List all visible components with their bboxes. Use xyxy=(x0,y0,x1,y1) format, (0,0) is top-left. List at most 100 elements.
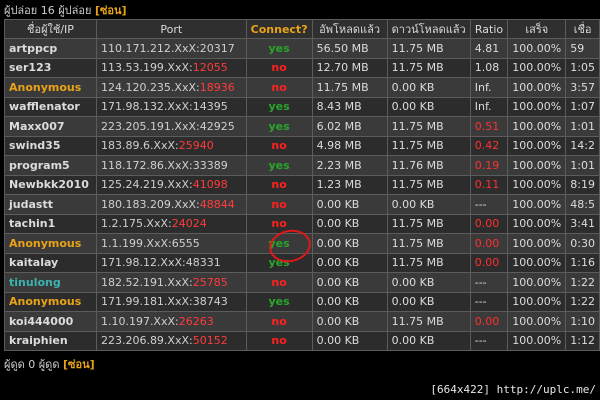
completion-percent: 100.00% xyxy=(507,135,567,156)
peer-ip: 223.206.89.XxX xyxy=(100,334,190,348)
peer-username-link[interactable]: kaitalay xyxy=(4,252,97,273)
peer-ip: 124.120.235.XxX xyxy=(100,80,197,94)
peer-port: 38743 xyxy=(192,295,228,309)
column-header-port[interactable]: Port xyxy=(95,19,247,39)
peer-ip: 113.53.199.XxX xyxy=(100,61,190,75)
share-ratio: 4.81 xyxy=(469,38,509,59)
peer-ip-port: 182.52.191.XxX:25785 xyxy=(95,272,247,293)
peer-port: 25785 xyxy=(192,275,228,289)
peer-port: 14395 xyxy=(192,100,228,114)
share-ratio: --- xyxy=(469,291,509,312)
leechers-section-title: ผู้ดูด 0 ผู้ดูด [ซ่อน] xyxy=(4,357,95,373)
downloaded-amount: 11.75 MB xyxy=(386,311,471,332)
peer-ip: 125.24.219.XxX xyxy=(100,178,190,192)
table-row: Newbkk2010 125.24.219.XxX:41098 no 1.23 MB 1… xyxy=(4,174,600,195)
column-header-ratio[interactable]: Ratio xyxy=(469,19,509,39)
share-ratio: 0.19 xyxy=(469,155,509,176)
uploaded-amount: 56.50 MB xyxy=(311,38,388,59)
peer-ip-port: 110.171.212.XxX:20317 xyxy=(95,38,247,59)
peer-username-link[interactable]: ser123 xyxy=(4,57,97,78)
connected-time: 1:22 xyxy=(565,272,600,293)
peer-port: 48331 xyxy=(185,256,221,270)
completion-percent: 100.00% xyxy=(507,291,567,312)
peer-port: 18936 xyxy=(199,80,235,94)
connect-status: yes xyxy=(245,291,313,312)
peer-username-link[interactable]: judastt xyxy=(4,194,97,215)
downloaded-amount: 0.00 KB xyxy=(386,77,471,98)
uploaded-amount: 0.00 KB xyxy=(311,194,388,215)
peer-username-link[interactable]: Maxx007 xyxy=(4,116,97,137)
completion-percent: 100.00% xyxy=(507,77,567,98)
peer-username-link[interactable]: Newbkk2010 xyxy=(4,174,97,195)
peer-username-link[interactable]: Anonymous xyxy=(4,291,97,312)
column-header-downloaded[interactable]: ดาวน์โหลดแล้ว xyxy=(386,19,471,39)
share-ratio: --- xyxy=(469,194,509,215)
uploaded-amount: 0.00 KB xyxy=(311,311,388,332)
column-header-connected-time[interactable]: เชื่อ xyxy=(565,19,600,39)
leechers-hide-link[interactable]: [ซ่อน] xyxy=(63,358,95,371)
connected-time: 3:57 xyxy=(565,77,600,98)
uploaded-amount: 2.23 MB xyxy=(311,155,388,176)
connect-status: no xyxy=(245,311,313,332)
column-header-username[interactable]: ชื่อผู้ใช้/IP xyxy=(4,19,97,39)
completion-percent: 100.00% xyxy=(507,330,567,351)
peer-ip-port: 223.206.89.XxX:50152 xyxy=(95,330,247,351)
seeders-hide-link[interactable]: [ซ่อน] xyxy=(95,4,127,17)
completion-percent: 100.00% xyxy=(507,38,567,59)
connected-time: 1:01 xyxy=(565,155,600,176)
table-header-row: ชื่อผู้ใช้/IP Port Connect? อัพโหลดแล้ว … xyxy=(4,19,600,39)
peer-username-link[interactable]: tachin1 xyxy=(4,213,97,234)
connect-status: no xyxy=(245,135,313,156)
peer-username-link[interactable]: kraiphien xyxy=(4,330,97,351)
table-row: kaitalay 171.98.12.XxX:48331 yes 0.00 KB 11.… xyxy=(4,252,600,273)
share-ratio: 0.11 xyxy=(469,174,509,195)
column-header-uploaded[interactable]: อัพโหลดแล้ว xyxy=(311,19,388,39)
peer-ip: 1.2.175.XxX xyxy=(100,217,169,231)
downloaded-amount: 0.00 KB xyxy=(386,291,471,312)
peer-username-link[interactable]: koi444000 xyxy=(4,311,97,332)
downloaded-amount: 11.75 MB xyxy=(386,135,471,156)
connected-time: 14:2 xyxy=(565,135,600,156)
share-ratio: 0.00 xyxy=(469,233,509,254)
downloaded-amount: 0.00 KB xyxy=(386,194,471,215)
connected-time: 1:10 xyxy=(565,311,600,332)
peer-username-link[interactable]: artppcp xyxy=(4,38,97,59)
share-ratio: 1.08 xyxy=(469,57,509,78)
peer-username-link[interactable]: wafflenator xyxy=(4,96,97,117)
peer-username-link[interactable]: swind35 xyxy=(4,135,97,156)
peer-ip-port: 124.120.235.XxX:18936 xyxy=(95,77,247,98)
peer-port: 33389 xyxy=(192,158,228,172)
column-header-connect[interactable]: Connect? xyxy=(245,19,313,39)
share-ratio: 0.00 xyxy=(469,213,509,234)
connected-time: 1:07 xyxy=(565,96,600,117)
uploaded-amount: 1.23 MB xyxy=(311,174,388,195)
table-row: kraiphien 223.206.89.XxX:50152 no 0.00 KB 0.… xyxy=(4,330,600,351)
uploaded-amount: 6.02 MB xyxy=(311,116,388,137)
peer-ip-port: 1.1.199.XxX:6555 xyxy=(95,233,247,254)
table-row: koi444000 1.10.197.XxX:26263 no 0.00 KB 11.7… xyxy=(4,311,600,332)
peer-username-link[interactable]: tinulong xyxy=(4,272,97,293)
share-ratio: Inf. xyxy=(469,77,509,98)
peer-username-link[interactable]: program5 xyxy=(4,155,97,176)
seeders-table: ชื่อผู้ใช้/IP Port Connect? อัพโหลดแล้ว … xyxy=(4,19,600,351)
share-ratio: --- xyxy=(469,272,509,293)
peer-port: 41098 xyxy=(192,178,228,192)
peer-ip: 171.98.132.XxX xyxy=(100,100,190,114)
uploaded-amount: 0.00 KB xyxy=(311,213,388,234)
downloaded-amount: 11.75 MB xyxy=(386,213,471,234)
connected-time: 8:19 xyxy=(565,174,600,195)
share-ratio: 0.00 xyxy=(469,252,509,273)
peer-ip: 1.10.197.XxX xyxy=(100,314,176,328)
peer-username-link[interactable]: Anonymous xyxy=(4,77,97,98)
column-header-complete[interactable]: เสร็จ xyxy=(507,19,567,39)
peer-ip: 118.172.86.XxX xyxy=(100,158,190,172)
connected-time: 1:01 xyxy=(565,116,600,137)
table-row: ser123 113.53.199.XxX:12055 no 12.70 MB 11.7… xyxy=(4,57,600,78)
connected-time: 1:05 xyxy=(565,57,600,78)
uploaded-amount: 8.43 MB xyxy=(311,96,388,117)
peer-ip: 1.1.199.XxX xyxy=(100,236,169,250)
peer-port: 42925 xyxy=(199,119,235,133)
peer-ip: 180.183.209.XxX xyxy=(100,197,197,211)
peer-username-link[interactable]: Anonymous xyxy=(4,233,97,254)
completion-percent: 100.00% xyxy=(507,116,567,137)
